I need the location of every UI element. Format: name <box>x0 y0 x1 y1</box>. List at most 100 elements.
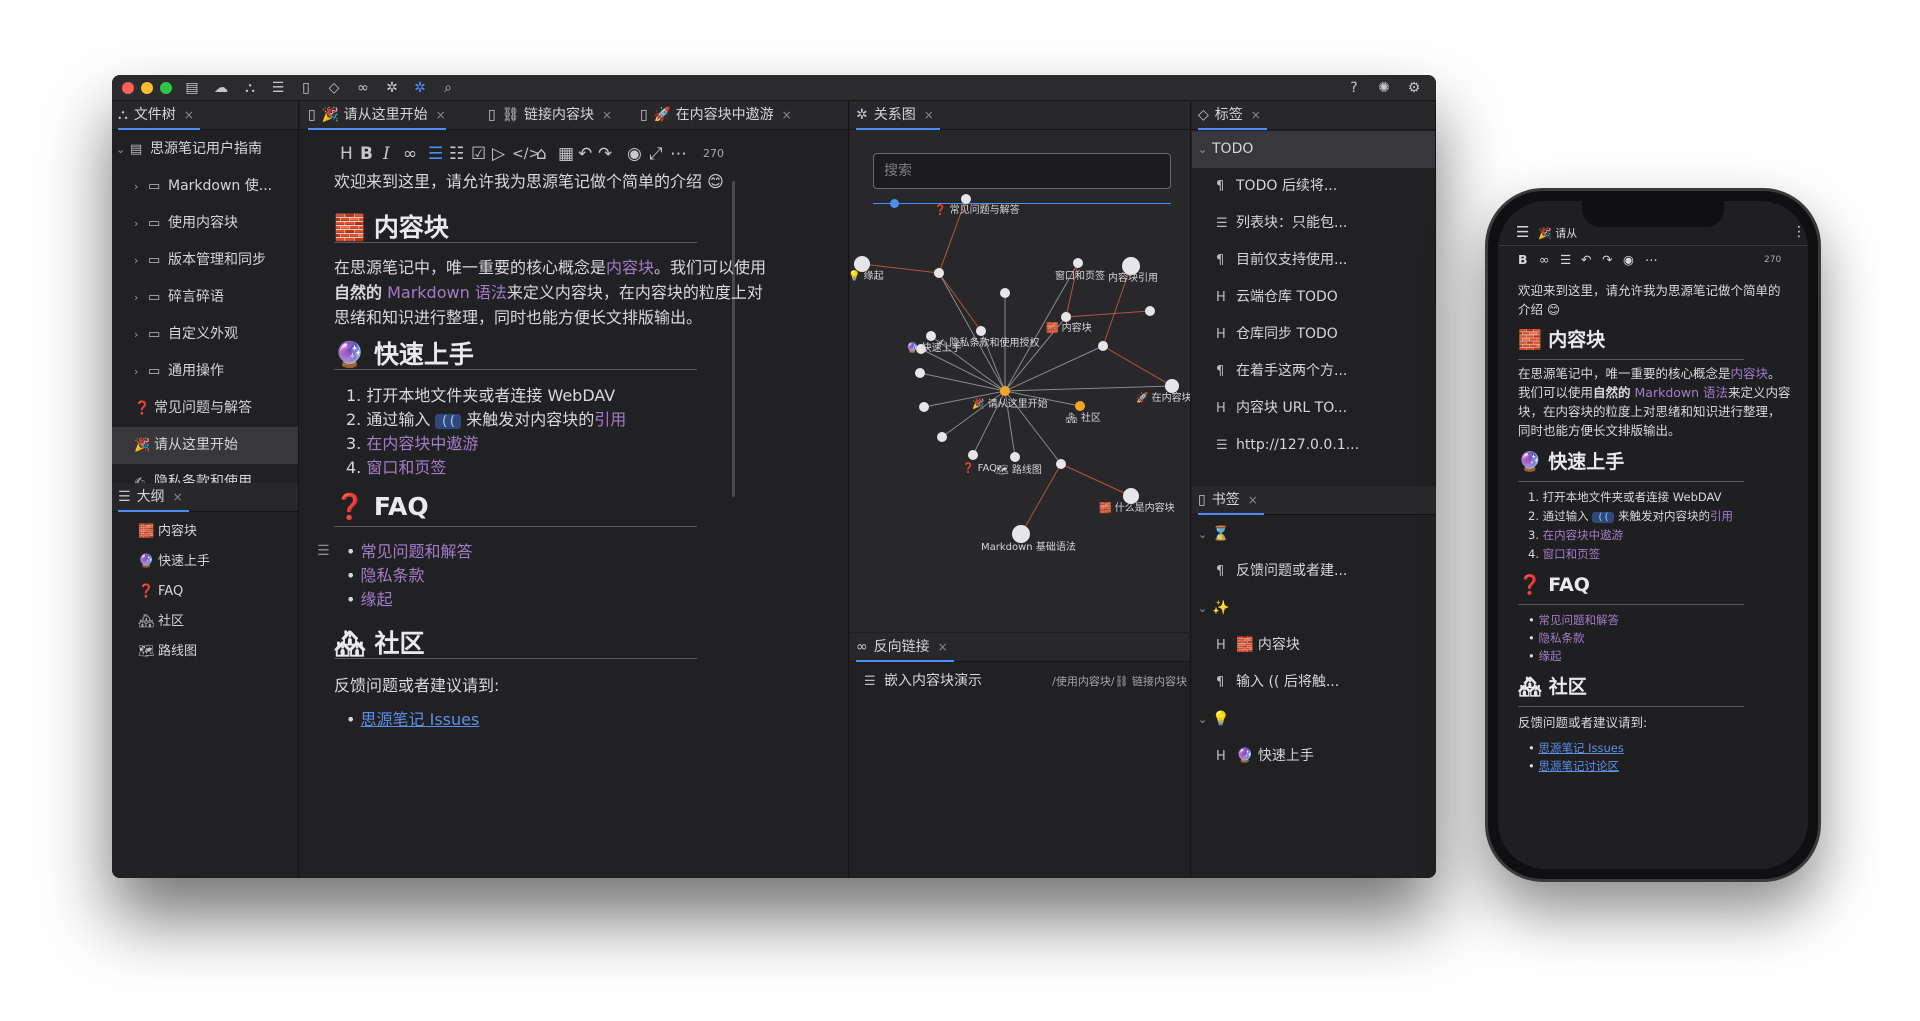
file-tree-item[interactable]: › ▭ Markdown 使... <box>112 168 298 205</box>
more-icon[interactable]: ⋯ <box>670 144 687 164</box>
graph-node-community[interactable] <box>1075 401 1085 411</box>
privacy-link[interactable]: 隐私条款 <box>361 566 425 585</box>
file-tree-item[interactable]: › ▭ 碎言碎语 <box>112 279 298 316</box>
file-tree-item[interactable]: › ▭ 使用内容块 <box>112 205 298 242</box>
graph-node-n14[interactable] <box>915 368 925 378</box>
faq-link[interactable]: 常见问题和解答 <box>1538 613 1619 627</box>
help-icon[interactable]: ? <box>1344 78 1364 98</box>
chevron-down-icon[interactable]: ⌄ <box>116 131 130 168</box>
redo-icon[interactable]: ↷ <box>598 144 612 164</box>
graph-node-whatblock[interactable] <box>1123 488 1139 504</box>
file-tree-item[interactable]: ✍ 隐私条款和使用... <box>112 464 298 483</box>
close-icon[interactable]: × <box>782 108 792 122</box>
graph-node-n18[interactable] <box>937 432 947 442</box>
bold-icon[interactable]: B <box>360 144 373 164</box>
tab-tags[interactable]: ◇ 标签 × <box>1198 101 1267 130</box>
travel-link[interactable]: 在内容块中遨游 <box>366 434 478 453</box>
tab-travel-block[interactable]: ▯ 🚀 在内容块中遨游 × <box>640 101 792 130</box>
tab-start-here[interactable]: ▯ 🎉 请从这里开始 × <box>308 101 446 130</box>
undo-icon[interactable]: ↶ <box>578 144 592 164</box>
bookmark-item[interactable]: ¶ 反馈问题或者建... <box>1216 553 1431 590</box>
link-icon[interactable]: ∞ <box>1539 250 1549 269</box>
faq-link[interactable]: 常见问题和解答 <box>361 542 473 561</box>
graph-node-faq[interactable] <box>961 194 971 204</box>
undo-icon[interactable]: ↶ <box>1581 250 1591 269</box>
notebook-row[interactable]: ⌄ ▤ 思源笔记用户指南 <box>116 131 296 168</box>
issues-link[interactable]: 思源笔记 Issues <box>361 710 480 729</box>
embed-icon[interactable]: ⌂ <box>536 144 547 164</box>
bookmark-item[interactable]: ¶ 输入 (( 后将触... <box>1216 664 1431 701</box>
redo-icon[interactable]: ↷ <box>1602 250 1612 269</box>
search-icon[interactable]: ⌕ <box>438 78 458 98</box>
relation-graph[interactable]: ❓ 常见问题与解答💡 缘起 窗口和页签 内容块引用✍ 隐私条款和使用授权🔮 快速上手… <box>850 101 1191 632</box>
close-icon[interactable]: × <box>602 108 612 122</box>
file-tree-item[interactable]: ❓ 常见问题与解答 <box>112 390 298 427</box>
close-icon[interactable]: × <box>1248 493 1258 507</box>
chevron-down-icon[interactable]: ⌄ <box>1198 590 1212 627</box>
forum-link[interactable]: 思源笔记讨论区 <box>1538 759 1619 773</box>
graph-node-n17[interactable] <box>919 402 929 412</box>
quote-icon[interactable]: ▷ <box>492 144 505 164</box>
backlink-item[interactable]: ☰ 嵌入内容块演示 <box>864 663 1064 700</box>
tag-item[interactable]: ☰ http://127.0.0.1... <box>1216 427 1431 464</box>
chevron-right-icon[interactable]: › <box>134 316 148 353</box>
graph-node-travel[interactable] <box>1165 379 1179 393</box>
bookmark-item[interactable]: H 🧱 内容块 <box>1216 627 1431 664</box>
preview-eye-icon[interactable]: ◉ <box>1623 250 1634 269</box>
bold-icon[interactable]: B <box>1518 250 1528 269</box>
block-ref-link[interactable]: 内容块 <box>606 258 654 277</box>
bug-report-icon[interactable]: ✺ <box>1374 78 1394 98</box>
bookmark-item[interactable]: H 🔮 快速上手 <box>1216 738 1431 775</box>
bullet-list-icon[interactable]: ☰ <box>428 144 443 164</box>
graph-node-n8[interactable] <box>1145 306 1155 316</box>
graph-node-quick[interactable] <box>926 331 936 341</box>
file-tree-item[interactable]: › ▭ 通用操作 <box>112 353 298 390</box>
graph-node-center[interactable] <box>1000 386 1010 396</box>
tag-item[interactable]: ¶ 在着手这两个方... <box>1216 353 1431 390</box>
outline-item[interactable]: 🗺 路线图 <box>138 633 298 670</box>
graph-icon[interactable]: ⛬ <box>240 78 260 98</box>
tag-item[interactable]: H 云端仓库 TODO <box>1216 279 1431 316</box>
editor-scrollbar[interactable] <box>732 181 735 497</box>
list-block-icon[interactable]: ☰ <box>317 543 330 559</box>
bookmark-icon[interactable]: ▯ <box>296 78 316 98</box>
graph-node-n21[interactable] <box>1056 459 1066 469</box>
bug-icon[interactable]: ✲ <box>382 78 402 98</box>
close-window-button[interactable] <box>122 82 134 94</box>
markdown-syntax-link[interactable]: Markdown 语法 <box>1631 385 1729 400</box>
close-icon[interactable]: × <box>173 490 183 504</box>
chevron-down-icon[interactable]: ⌄ <box>1198 131 1212 168</box>
chevron-right-icon[interactable]: › <box>134 279 148 316</box>
graph-node-window[interactable] <box>1073 258 1083 268</box>
ordered-list-icon[interactable]: ☷ <box>449 144 464 164</box>
graph-node-origin[interactable] <box>854 256 870 272</box>
graph-node-n7[interactable] <box>1000 288 1010 298</box>
bullet-list-icon[interactable]: ☰ <box>1560 250 1571 269</box>
reference-link[interactable]: 引用 <box>594 410 626 429</box>
close-icon[interactable]: × <box>436 108 446 122</box>
chevron-right-icon[interactable]: › <box>134 168 148 205</box>
reference-link[interactable]: 引用 <box>1710 509 1733 523</box>
cloud-icon[interactable]: ☁ <box>211 78 231 98</box>
bookmark-group-1[interactable]: ⌄ ⌛ <box>1198 516 1428 553</box>
tag-item[interactable]: ¶ 目前仅支持使用... <box>1216 242 1431 279</box>
fullscreen-icon[interactable]: ⤢ <box>649 144 663 164</box>
window-tab-link[interactable]: 窗口和页签 <box>1543 547 1601 561</box>
chevron-right-icon[interactable]: › <box>134 242 148 279</box>
mobile-more-icon[interactable]: ⋮ <box>1792 223 1806 242</box>
chevron-right-icon[interactable]: › <box>134 205 148 242</box>
graph-node-faq2[interactable] <box>968 450 978 460</box>
tag-item[interactable]: H 仓库同步 TODO <box>1216 316 1431 353</box>
travel-link[interactable]: 在内容块中遨游 <box>1543 528 1624 542</box>
chevron-down-icon[interactable]: ⌄ <box>1198 701 1212 738</box>
tag-item[interactable]: ☰ 列表块：只能包... <box>1216 205 1431 242</box>
file-tree-item[interactable]: › ▭ 自定义外观 <box>112 316 298 353</box>
origin-link[interactable]: 缘起 <box>1538 649 1561 663</box>
close-icon[interactable]: × <box>938 640 948 654</box>
tag-item[interactable]: H 内容块 URL TO... <box>1216 390 1431 427</box>
tag-icon[interactable]: ◇ <box>324 78 344 98</box>
graph-node-md[interactable] <box>1012 525 1030 543</box>
heading-icon[interactable]: H <box>340 144 353 164</box>
more-icon[interactable]: ⋯ <box>1645 250 1658 269</box>
link-icon[interactable]: ∞ <box>353 78 373 98</box>
